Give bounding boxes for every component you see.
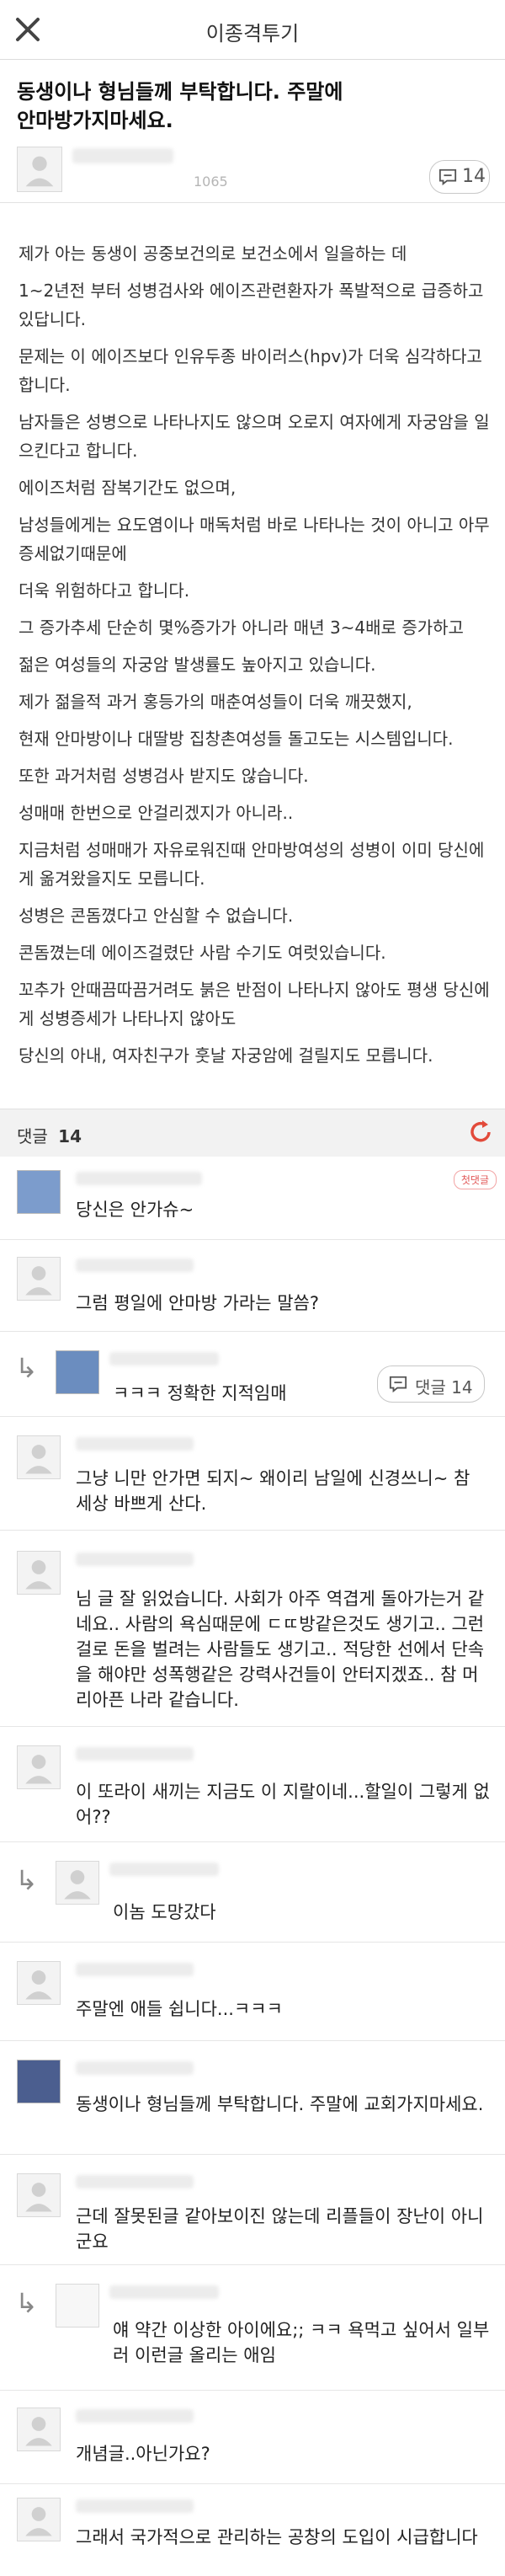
body-paragraph: 문제는 이 에이즈보다 인유두종 바이러스(hpv)가 더욱 심각하다고 합니다… — [19, 346, 482, 395]
post-header: 동생이나 형님들께 부탁합니다. 주말에 안마방가지마세요. 1065 14 — [0, 59, 505, 203]
body-paragraph: 제가 아는 동생이 공중보건의로 보건소에서 일을하는 데 — [19, 243, 407, 264]
body-paragraph: 콘돔꼈는데 에이즈걸렸단 사람 수기도 여럿있습니다. — [19, 943, 386, 963]
reply-arrow-icon: ↳ — [15, 1352, 38, 1384]
comment-text: ㅋㅋㅋ 정확한 지적임매 — [113, 1383, 287, 1403]
commenter-avatar[interactable] — [17, 1961, 61, 2005]
comment-count: 14 — [462, 166, 486, 187]
commenter-name-blurred — [109, 1352, 219, 1365]
comment-item: 근데 잘못된글 같아보이진 않는데 리플들이 장난이 아니군요 — [0, 2155, 505, 2265]
reply-item: ↳ 얘 약간 이상한 아이에요;; ㅋㅋ 욕먹고 싶어서 일부러 이런글 올리는… — [0, 2265, 505, 2391]
post-title-line-1: 동생이나 형님들께 부탁합니다. 주말에 — [17, 80, 343, 104]
commenter-avatar[interactable] — [17, 2498, 61, 2541]
body-paragraph: 현재 안마방이나 대딸방 집창촌여성들 돌고도는 시스템입니다. — [19, 729, 454, 749]
commenter-name-blurred — [76, 1437, 194, 1451]
body-paragraph: 꼬추가 안때끔따끔거려도 붉은 반점이 나타나지 않아도 평생 당신에게 성병증… — [19, 980, 490, 1029]
comment-item: 개념글..아닌가요? — [0, 2391, 505, 2484]
comments-label-text: 댓글 — [17, 1126, 48, 1146]
comment-text: 근데 잘못된글 같아보이진 않는데 리플들이 장난이 아니군요 — [76, 2206, 484, 2252]
comment-text: 이놈 도망갔다 — [113, 1902, 216, 1922]
comments-total: 14 — [58, 1126, 82, 1146]
comment-text: 얘 약간 이상한 아이에요;; ㅋㅋ 욕먹고 싶어서 일부러 이런글 올리는 애… — [113, 2320, 490, 2365]
body-paragraph: 지금처럼 성매매가 자유로워진때 안마방여성의 성병이 이미 당신에게 옮겨왔을… — [19, 840, 485, 889]
comment-text: 개념글..아닌가요? — [76, 2444, 210, 2464]
body-paragraph: 당신의 아내, 여자친구가 훗날 자궁암에 걸릴지도 모릅니다. — [19, 1045, 433, 1066]
body-paragraph: 젊은 여성들의 자궁암 발생률도 높아지고 있습니다. — [19, 655, 376, 675]
body-paragraph: 1~2년전 부터 성병검사와 에이즈관련환자가 폭발적으로 급증하고 있답니다. — [19, 281, 484, 329]
commenter-name-blurred — [76, 1172, 202, 1185]
body-paragraph: 제가 젊을적 과거 홍등가의 매춘여성들이 더욱 깨끗했지, — [19, 692, 412, 712]
commenter-name-blurred — [76, 2499, 194, 2513]
comment-text: 님 글 잘 읽었습니다. 사회가 아주 역겹게 돌아가는거 같네요.. 사람의 … — [76, 1589, 485, 1710]
first-comment-badge: 첫댓글 — [453, 1170, 497, 1189]
comment-text: 그래서 국가적으로 관리하는 공창의 도입이 시급합니다 — [76, 2527, 478, 2547]
post-title: 동생이나 형님들께 부탁합니다. 주말에 안마방가지마세요. — [17, 77, 488, 135]
commenter-name-blurred — [76, 1963, 194, 1976]
comment-text: 당신은 안가슈~ — [76, 1200, 194, 1220]
commenter-name-blurred — [76, 2409, 194, 2423]
comment-item: 주말엔 애들 쉽니다...ㅋㅋㅋ — [0, 1943, 505, 2041]
commenter-name-blurred — [76, 1259, 194, 1272]
commenter-name-blurred — [109, 2285, 219, 2299]
speech-bubble-icon — [439, 168, 457, 186]
speech-bubble-icon — [389, 1376, 407, 1393]
author-name-blurred — [72, 148, 173, 163]
body-paragraph: 또한 과거처럼 성병검사 받지도 않습니다. — [19, 766, 309, 786]
commenter-avatar[interactable] — [17, 2060, 61, 2103]
body-paragraph: 남성들에게는 요도염이나 매독처럼 바로 나타나는 것이 아니고 아무증세없기때… — [19, 515, 490, 564]
body-paragraph: 남자들은 성병으로 나타나지도 않으며 오로지 여자에게 자궁암을 일으킨다고 … — [19, 412, 490, 461]
reply-arrow-icon: ↳ — [15, 1864, 38, 1896]
post-title-line-2: 안마방가지마세요. — [17, 109, 173, 132]
reply-badge-label: 댓글 14 — [415, 1377, 473, 1398]
comment-count-button[interactable]: 댓글 14 — [377, 1365, 485, 1403]
commenter-name-blurred — [76, 2175, 194, 2189]
commenter-avatar[interactable] — [17, 1170, 61, 1214]
comments-label: 댓글 14 — [17, 1123, 82, 1147]
body-paragraph: 더욱 위험하다고 합니다. — [19, 580, 190, 601]
comment-text: 그냥 니만 안가면 되지~ 왜이리 남일에 신경쓰니~ 참 세상 바쁘게 산다. — [76, 1468, 470, 1514]
view-count: 1065 — [194, 174, 228, 190]
body-paragraph: 성병은 콘돔꼈다고 안심할 수 없습니다. — [19, 906, 294, 926]
refresh-icon[interactable] — [466, 1118, 495, 1146]
body-paragraph: 성매매 한번으로 안걸리겠지가 아니라.. — [19, 803, 294, 823]
commenter-avatar[interactable] — [56, 2284, 99, 2327]
comment-text: 그럼 평일에 안마방 가라는 말씀? — [76, 1293, 320, 1313]
comment-text: 주말엔 애들 쉽니다...ㅋㅋㅋ — [76, 1999, 283, 2019]
comment-item: 동생이나 형님들께 부탁합니다. 주말에 교회가지마세요. — [0, 2041, 505, 2155]
comment-text: 이 또라이 새끼는 지금도 이 지랄이네...할일이 그렇게 없어?? — [76, 1782, 490, 1827]
body-paragraph: 에이즈처럼 잠복기간도 없으며, — [19, 478, 237, 498]
commenter-avatar[interactable] — [56, 1861, 99, 1905]
commenter-avatar[interactable] — [17, 1257, 61, 1301]
commenter-avatar[interactable] — [17, 2408, 61, 2451]
comment-item: 그럼 평일에 안마방 가라는 말씀? — [0, 1240, 505, 1332]
reply-item: ↳ ㅋㅋㅋ 정확한 지적임매 댓글 14 — [0, 1332, 505, 1417]
commenter-name-blurred — [76, 1747, 194, 1761]
commenter-avatar[interactable] — [17, 1745, 61, 1789]
author-avatar[interactable] — [17, 147, 62, 192]
commenter-name-blurred — [76, 1553, 194, 1566]
comment-item: 이 또라이 새끼는 지금도 이 지랄이네...할일이 그렇게 없어?? — [0, 1727, 505, 1842]
commenter-avatar[interactable] — [17, 1435, 61, 1479]
commenter-avatar[interactable] — [17, 2173, 61, 2217]
commenter-name-blurred — [76, 2061, 194, 2075]
body-paragraph: 그 증가추세 단순히 몇%증가가 아니라 매년 3~4배로 증가하고 — [19, 617, 464, 638]
top-bar: 이종격투기 — [0, 0, 505, 60]
board-title: 이종격투기 — [205, 22, 300, 45]
commenter-name-blurred — [109, 1863, 219, 1876]
commenter-avatar[interactable] — [56, 1350, 99, 1394]
comment-text: 동생이나 형님들께 부탁합니다. 주말에 교회가지마세요. — [76, 2094, 484, 2114]
comments-header: 댓글 14 — [0, 1109, 505, 1157]
comment-item: 그래서 국가적으로 관리하는 공창의 도입이 시급합니다 — [0, 2484, 505, 2576]
reply-arrow-icon: ↳ — [15, 2287, 38, 2319]
commenter-avatar[interactable] — [17, 1551, 61, 1595]
reply-item: ↳ 이놈 도망갔다 — [0, 1842, 505, 1943]
comment-item: 당신은 안가슈~ 첫댓글 — [0, 1157, 505, 1240]
comment-item: 그냥 니만 안가면 되지~ 왜이리 남일에 신경쓰니~ 참 세상 바쁘게 산다. — [0, 1417, 505, 1531]
post-body: 제가 아는 동생이 공중보건의로 보건소에서 일을하는 데 1~2년전 부터 성… — [19, 239, 490, 1078]
comment-count-button[interactable]: 14 — [429, 160, 490, 194]
comment-item: 님 글 잘 읽었습니다. 사회가 아주 역겹게 돌아가는거 같네요.. 사람의 … — [0, 1531, 505, 1727]
